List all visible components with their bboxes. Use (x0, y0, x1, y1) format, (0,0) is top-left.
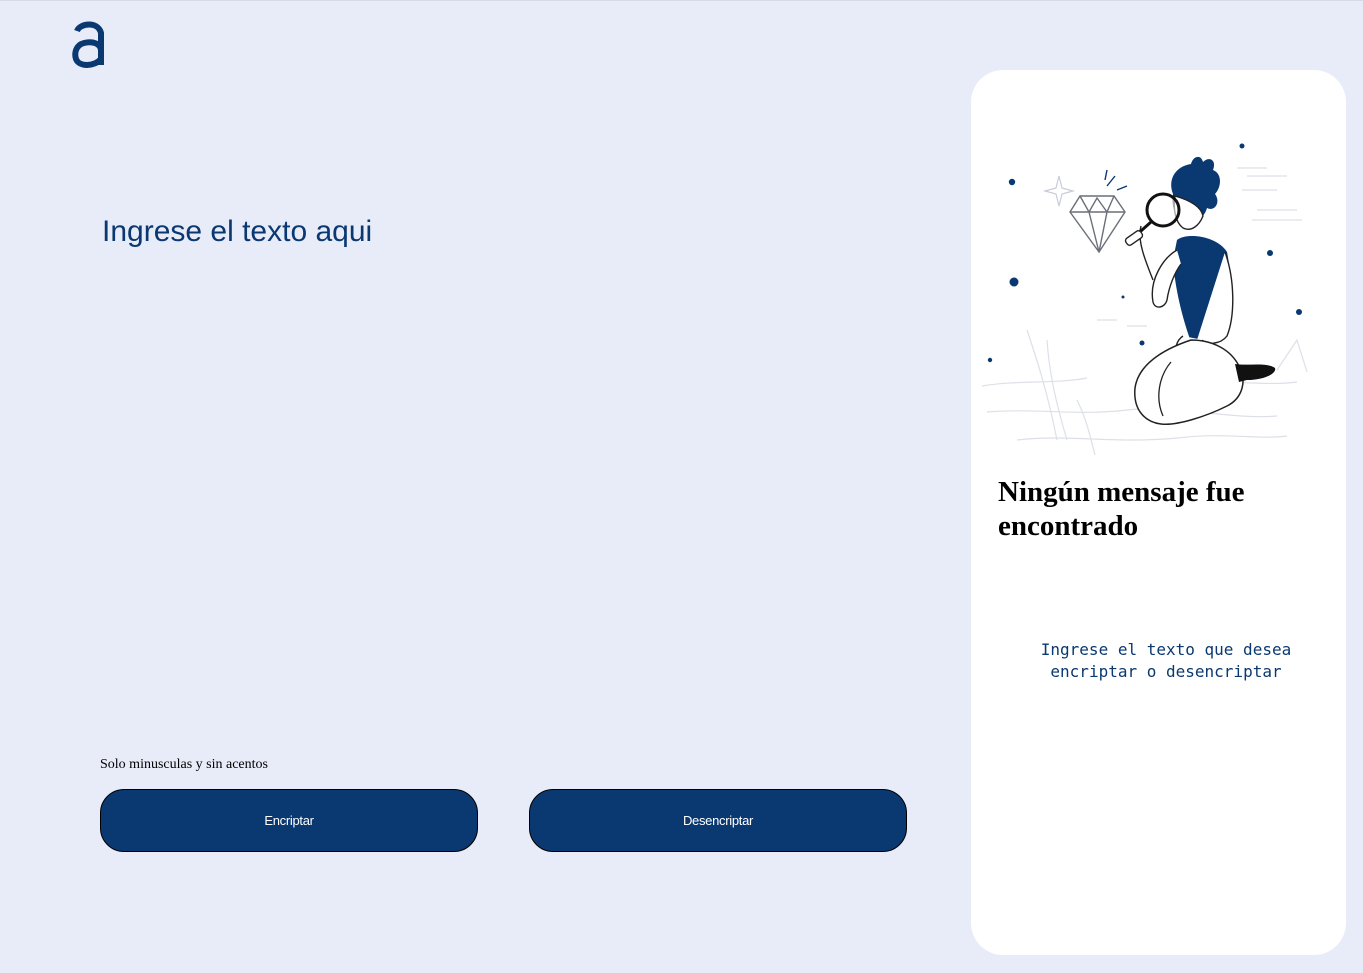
person-with-magnifier-illustration (981, 143, 1308, 456)
output-panel: Ningún mensaje fue encontrado Ingrese el… (971, 70, 1346, 955)
page: Solo minusculas y sin acentos Encriptar … (0, 0, 1363, 973)
text-input[interactable] (100, 206, 910, 726)
empty-state-title: Ningún mensaje fue encontrado (998, 476, 1245, 542)
alura-a-logo-icon (72, 21, 104, 68)
decrypt-button[interactable]: Desencriptar (529, 789, 907, 852)
encrypt-button[interactable]: Encriptar (100, 789, 478, 852)
empty-state-message: Ingrese el texto que desea encriptar o d… (1040, 640, 1292, 681)
input-hint: Solo minusculas y sin acentos (100, 757, 268, 772)
